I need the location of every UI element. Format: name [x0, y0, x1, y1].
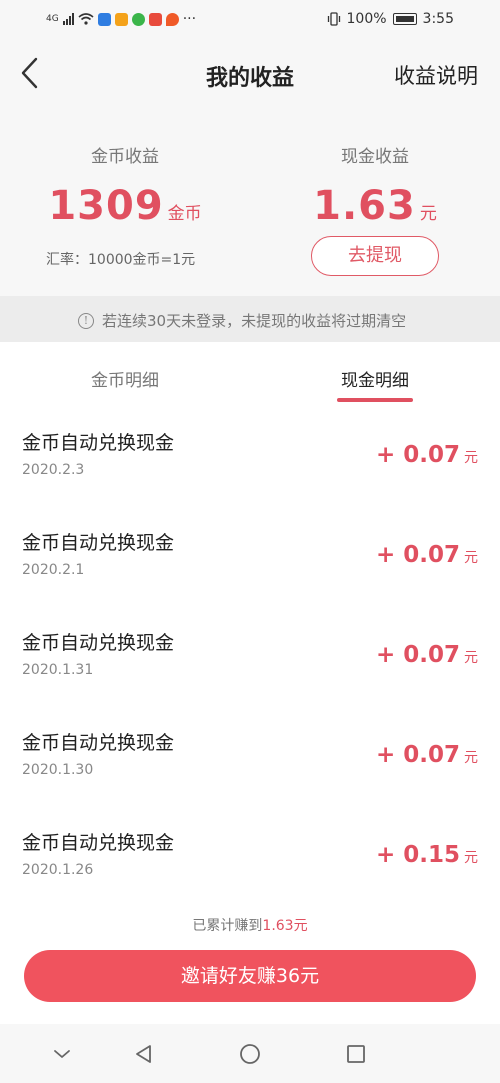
map-notification-icon [165, 12, 179, 26]
notice-content: ! 若连续30天未登录，未提现的收益将过期清空 [78, 310, 406, 331]
record-title: 金币自动兑换现金 [22, 832, 175, 854]
cash-earnings-value: 1.63 [313, 183, 416, 229]
record-date: 2020.2.1 [22, 562, 85, 578]
list-item: 金币自动兑换现金 2020.1.31 + 0.07 元 [0, 610, 500, 710]
cash-earnings-value-wrap: 1.63 元 [250, 183, 500, 229]
wifi-icon [78, 13, 94, 25]
record-date: 2020.1.26 [22, 862, 94, 878]
record-amount: + 0.07 元 [376, 642, 478, 668]
cash-earnings-unit: 元 [419, 204, 437, 224]
record-amount-value: + 0.15 [375, 842, 460, 868]
clock: 3:55 [422, 11, 454, 27]
notice-text: 若连续30天未登录，未提现的收益将过期清空 [102, 312, 407, 330]
video-notification-icon [131, 12, 145, 26]
record-amount-value: + 0.07 [375, 542, 460, 568]
coin-earnings-value: 1309 [48, 183, 164, 229]
record-amount: + 0.07 元 [376, 442, 478, 468]
record-amount-unit: 元 [464, 450, 478, 466]
header: 我的收益 收益说明 [0, 40, 500, 106]
record-amount-unit: 元 [464, 550, 478, 566]
record-amount-unit: 元 [464, 850, 478, 866]
total-earned: 已累计赚到1.63元 [0, 915, 500, 935]
signal-icon [62, 13, 74, 25]
status-left: 4G ··· [46, 11, 196, 27]
record-date: 2020.2.3 [22, 462, 85, 478]
status-bar: 4G ··· 100% 3:55 [0, 0, 500, 40]
network-type: 4G [46, 13, 59, 24]
list-item: 金币自动兑换现金 2020.2.1 + 0.07 元 [0, 510, 500, 610]
record-title: 金币自动兑换现金 [22, 532, 175, 554]
total-earned-value: 1.63元 [262, 918, 308, 934]
detail-tabs: 金币明细 现金明细 [0, 342, 500, 410]
invite-friends-button[interactable]: 邀请好友赚36元 [24, 950, 476, 1002]
record-amount: + 0.15 元 [376, 842, 478, 868]
record-amount-value: + 0.07 [375, 742, 460, 768]
record-date: 2020.1.30 [22, 762, 94, 778]
earnings-explanation-link[interactable]: 收益说明 [394, 60, 478, 90]
list-item: 金币自动兑换现金 2020.1.30 + 0.07 元 [0, 710, 500, 810]
expiry-notice: ! 若连续30天未登录，未提现的收益将过期清空 [0, 296, 500, 342]
more-notifications-icon: ··· [182, 11, 197, 27]
tab-coin-details[interactable]: 金币明细 [0, 366, 250, 391]
battery-percent: 100% [346, 11, 387, 27]
record-amount-unit: 元 [464, 650, 478, 666]
active-tab-indicator [337, 398, 413, 402]
hide-nav-icon[interactable] [50, 1042, 74, 1066]
nav-home-icon[interactable] [238, 1042, 262, 1066]
cash-records-list: 金币自动兑换现金 2020.2.3 + 0.07 元 金币自动兑换现金 2020.… [0, 410, 500, 910]
record-amount-unit: 元 [464, 750, 478, 766]
battery-icon [392, 13, 417, 25]
vibrate-icon [327, 12, 340, 26]
status-right: 100% 3:55 [327, 11, 454, 27]
coin-earnings: 金币收益 1309 金币 [0, 142, 250, 229]
weibo-notification-icon [114, 12, 128, 26]
record-amount-value: + 0.07 [375, 642, 460, 668]
record-title: 金币自动兑换现金 [22, 432, 175, 454]
total-earned-prefix: 已累计赚到 [192, 918, 263, 934]
list-item: 金币自动兑换现金 2020.2.3 + 0.07 元 [0, 410, 500, 510]
coin-earnings-value-wrap: 1309 金币 [0, 183, 250, 229]
system-nav-bar [0, 1024, 500, 1083]
nav-recents-icon[interactable] [344, 1042, 368, 1066]
record-amount: + 0.07 元 [376, 542, 478, 568]
cash-earnings-label: 现金收益 [341, 147, 409, 167]
app-notification-icon [97, 12, 111, 26]
cash-earnings: 现金收益 1.63 元 [250, 142, 500, 229]
info-icon: ! [78, 312, 94, 329]
record-date: 2020.1.31 [22, 662, 94, 678]
exchange-rate: 汇率：10000金币=1元 [46, 252, 196, 268]
coin-earnings-label: 金币收益 [91, 147, 159, 167]
list-item: 金币自动兑换现金 2020.1.26 + 0.15 元 [0, 810, 500, 910]
record-title: 金币自动兑换现金 [22, 732, 175, 754]
nav-back-icon[interactable] [132, 1042, 156, 1066]
record-title: 金币自动兑换现金 [22, 632, 175, 654]
record-amount-value: + 0.07 [375, 442, 460, 468]
shop-notification-icon [148, 12, 162, 26]
withdraw-button[interactable]: 去提现 [311, 236, 439, 276]
earnings-summary: 金币收益 1309 金币 现金收益 1.63 元 汇率：10000金币=1元 去提现 [0, 106, 500, 296]
tab-cash-details[interactable]: 现金明细 [250, 366, 500, 391]
record-amount: + 0.07 元 [376, 742, 478, 768]
coin-earnings-unit: 金币 [167, 204, 202, 224]
